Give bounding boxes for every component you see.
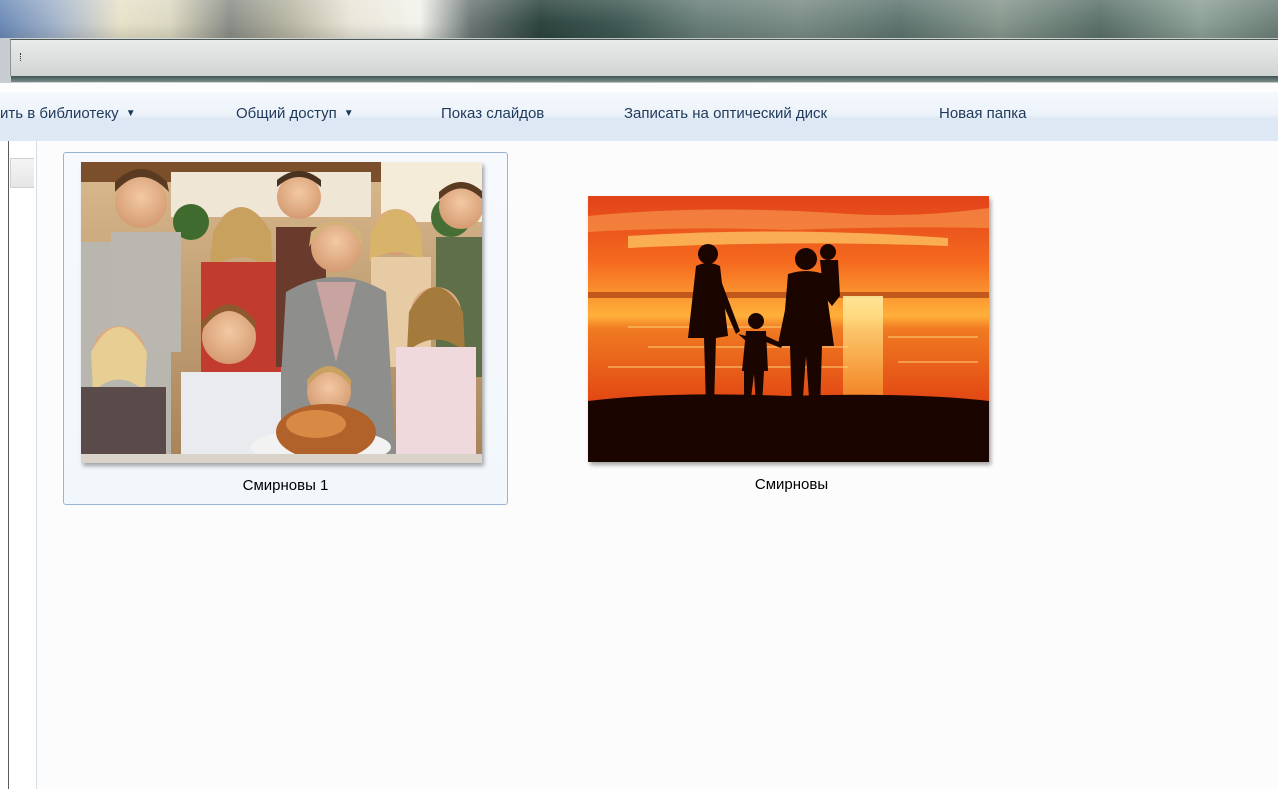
- slideshow-label: Показ слайдов: [441, 105, 545, 122]
- chevron-down-icon: ▼: [125, 108, 136, 119]
- burn-to-disc-label: Записать на оптический диск: [624, 105, 828, 122]
- nav-pane-item[interactable]: [10, 158, 34, 188]
- address-bar-area: [0, 38, 1278, 83]
- explorer-window: ить в библиотеку ▼ Общий доступ ▼ Показ сл…: [0, 0, 1278, 789]
- text-caret: [20, 53, 23, 61]
- chevron-down-icon: ▼: [343, 108, 354, 119]
- navigation-pane[interactable]: [0, 141, 37, 789]
- title-bar-glass: [0, 0, 1278, 38]
- file-view[interactable]: Смирновы 1 Смирновы: [37, 141, 1278, 789]
- file-tile-smirnovy[interactable]: Смирновы: [570, 152, 1015, 505]
- add-to-library-label: ить в библиотеку: [0, 105, 119, 122]
- address-field[interactable]: [10, 39, 1278, 82]
- sunset-photo-thumbnail[interactable]: [588, 196, 989, 462]
- file-name-label: Смирновы 1: [242, 477, 329, 494]
- file-name-label: Смирновы: [754, 476, 829, 493]
- sunset-silhouette-photo: [588, 196, 989, 462]
- share-with-label: Общий доступ: [236, 105, 337, 122]
- title-bar[interactable]: [0, 0, 1278, 38]
- command-bar: ить в библиотеку ▼ Общий доступ ▼ Показ сл…: [0, 91, 1278, 142]
- new-folder-label: Новая папка: [939, 105, 1027, 122]
- family-group-photo: [81, 162, 482, 463]
- family-photo-thumbnail[interactable]: [81, 162, 482, 463]
- share-with-menu[interactable]: Общий доступ ▼: [236, 105, 354, 122]
- slideshow-button[interactable]: Показ слайдов: [441, 105, 544, 122]
- burn-to-disc-button[interactable]: Записать на оптический диск: [624, 105, 827, 122]
- add-to-library-menu[interactable]: ить в библиотеку ▼: [0, 105, 136, 122]
- window-border: [8, 141, 9, 789]
- new-folder-button[interactable]: Новая папка: [939, 105, 1026, 122]
- file-tile-smirnovy-1[interactable]: Смирновы 1: [63, 152, 508, 505]
